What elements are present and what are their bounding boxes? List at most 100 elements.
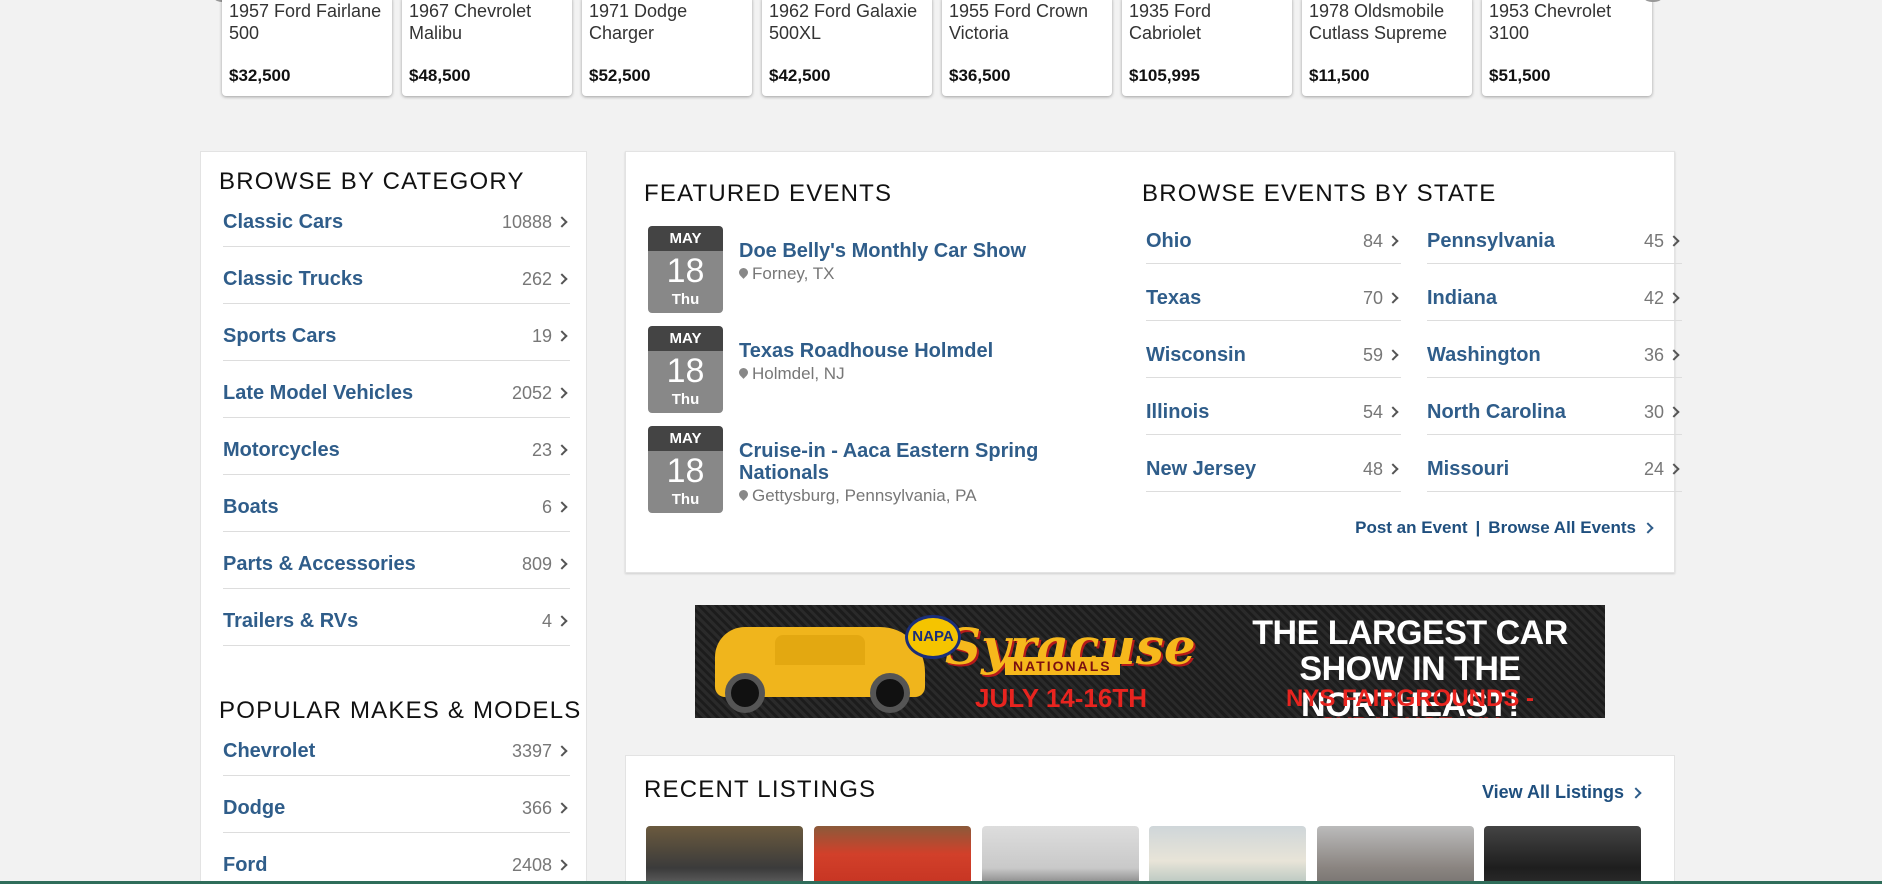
- view-all-listings-link[interactable]: View All Listings: [1482, 782, 1644, 803]
- category-item[interactable]: Parts & Accessories 809: [223, 532, 570, 589]
- chevron-right-icon: [556, 745, 568, 757]
- count-value: 10888: [501, 211, 552, 232]
- category-item[interactable]: Sports Cars 19: [223, 304, 570, 361]
- state-count: 54: [1363, 402, 1401, 423]
- state-item[interactable]: Wisconsin 59: [1146, 321, 1401, 378]
- event-title-link[interactable]: Doe Belly's Monthly Car Show: [739, 240, 1099, 262]
- category-item[interactable]: Boats 6: [223, 475, 570, 532]
- car-wheel: [870, 673, 910, 713]
- event-location-text: Holmdel, NJ: [752, 364, 845, 383]
- listing-card[interactable]: 1955 Ford Crown Victoria $36,500: [942, 0, 1112, 96]
- state-item[interactable]: Indiana 42: [1427, 264, 1682, 321]
- state-item[interactable]: Pennsylvania 45: [1427, 207, 1682, 264]
- count-value: 24: [1643, 458, 1664, 479]
- napa-logo: NAPA: [905, 615, 961, 659]
- event-location: Holmdel, NJ: [739, 364, 845, 384]
- listing-thumbnail[interactable]: [814, 826, 971, 884]
- event-item[interactable]: MAY 18 Thu Cruise-in - Aaca Eastern Sprin…: [648, 426, 1088, 514]
- state-item[interactable]: Ohio 84: [1146, 207, 1401, 264]
- listing-card-price: $42,500: [769, 66, 831, 85]
- make-item[interactable]: Dodge 366: [223, 776, 570, 833]
- syracuse-nationals-banner-ad[interactable]: Syracuse NAPA NATIONALS JULY 14-16TH THE…: [695, 605, 1605, 718]
- listing-thumbnail[interactable]: [646, 826, 803, 884]
- make-name: Chevrolet: [223, 739, 316, 762]
- count-value: 2408: [511, 854, 552, 875]
- state-item[interactable]: Illinois 54: [1146, 378, 1401, 435]
- event-location: Forney, TX: [739, 264, 835, 284]
- state-name: North Carolina: [1427, 400, 1566, 423]
- category-item[interactable]: Trailers & RVs 4: [223, 589, 570, 646]
- chevron-right-icon: [1668, 349, 1680, 361]
- chevron-right-icon: [1387, 235, 1399, 247]
- chevron-right-icon: [1668, 463, 1680, 475]
- listing-card-title: 1955 Ford Crown Victoria: [949, 1, 1089, 43]
- make-name: Ford: [223, 853, 268, 876]
- count-value: 45: [1643, 230, 1664, 251]
- event-month: MAY: [648, 226, 723, 251]
- listing-card-title: 1971 Dodge Charger: [589, 1, 688, 43]
- state-item[interactable]: New Jersey 48: [1146, 435, 1401, 492]
- make-item[interactable]: Chevrolet 3397: [223, 719, 570, 776]
- listing-thumbnail[interactable]: [1484, 826, 1641, 884]
- event-item[interactable]: MAY 18 Thu Texas Roadhouse Holmdel Holmde…: [648, 326, 1088, 414]
- listing-card-price: $32,500: [229, 66, 291, 85]
- category-name: Late Model Vehicles: [223, 381, 414, 404]
- category-item[interactable]: Classic Cars 10888: [223, 190, 570, 247]
- state-count: 36: [1644, 345, 1682, 366]
- state-item[interactable]: Missouri 24: [1427, 435, 1682, 492]
- listing-card-title: 1978 Oldsmobile Cutlass Supreme: [1309, 1, 1448, 43]
- listing-thumbnail[interactable]: [1317, 826, 1474, 884]
- make-item[interactable]: Ford 2408: [223, 833, 570, 884]
- count-value: 19: [531, 325, 552, 346]
- category-item[interactable]: Motorcycles 23: [223, 418, 570, 475]
- event-date-badge: MAY 18 Thu: [648, 426, 723, 513]
- chevron-right-icon: [556, 615, 568, 627]
- count-value: 2052: [511, 382, 552, 403]
- event-title-link[interactable]: Texas Roadhouse Holmdel: [739, 340, 1099, 362]
- category-name: Trailers & RVs: [223, 609, 359, 632]
- category-item[interactable]: Classic Trucks 262: [223, 247, 570, 304]
- state-item[interactable]: Washington 36: [1427, 321, 1682, 378]
- state-item[interactable]: North Carolina 30: [1427, 378, 1682, 435]
- category-count: 809: [522, 554, 570, 575]
- listing-card[interactable]: 1971 Dodge Charger $52,500: [582, 0, 752, 96]
- event-item[interactable]: MAY 18 Thu Doe Belly's Monthly Car Show F…: [648, 226, 1088, 314]
- count-value: 6: [541, 496, 552, 517]
- event-weekday: Thu: [671, 491, 700, 508]
- listing-card-price: $36,500: [949, 66, 1011, 85]
- post-event-link[interactable]: Post an Event: [1355, 518, 1467, 538]
- state-count: 30: [1644, 402, 1682, 423]
- listing-card[interactable]: 1935 Ford Cabriolet $105,995: [1122, 0, 1292, 96]
- state-item[interactable]: Texas 70: [1146, 264, 1401, 321]
- chevron-right-icon: [556, 802, 568, 814]
- count-value: 262: [521, 268, 552, 289]
- make-name: Dodge: [223, 796, 286, 819]
- state-name: Missouri: [1427, 457, 1510, 480]
- link-separator: |: [1475, 518, 1481, 537]
- listing-card[interactable]: 1953 Chevrolet 3100 $51,500: [1482, 0, 1652, 96]
- count-value: 4: [541, 610, 552, 631]
- listing-card-title: 1962 Ford Galaxie 500XL: [769, 1, 918, 43]
- count-value: 23: [531, 439, 552, 460]
- chevron-right-icon: [1630, 786, 1642, 799]
- state-name: New Jersey: [1146, 457, 1257, 480]
- listing-thumbnail[interactable]: [1149, 826, 1306, 884]
- event-title-link[interactable]: Cruise-in - Aaca Eastern Spring National…: [739, 440, 1099, 484]
- count-value: 30: [1643, 401, 1664, 422]
- map-marker-icon: [739, 490, 748, 502]
- listing-card[interactable]: 1978 Oldsmobile Cutlass Supreme $11,500: [1302, 0, 1472, 96]
- events-by-state-title: BROWSE EVENTS BY STATE: [1142, 180, 1497, 207]
- count-value: 59: [1362, 344, 1383, 365]
- browse-all-events-link[interactable]: Browse All Events: [1488, 518, 1636, 538]
- category-count: 262: [522, 269, 570, 290]
- listing-card[interactable]: 1957 Ford Fairlane 500 $32,500: [222, 0, 392, 96]
- listing-card[interactable]: 1967 Chevrolet Malibu $48,500: [402, 0, 572, 96]
- event-location-text: Forney, TX: [752, 264, 835, 283]
- event-month: MAY: [648, 326, 723, 351]
- chevron-right-icon: [556, 558, 568, 570]
- listing-thumbnail[interactable]: [982, 826, 1139, 884]
- category-item[interactable]: Late Model Vehicles 2052: [223, 361, 570, 418]
- category-name: Parts & Accessories: [223, 552, 416, 575]
- listing-card[interactable]: 1962 Ford Galaxie 500XL $42,500: [762, 0, 932, 96]
- category-count: 4: [542, 611, 570, 632]
